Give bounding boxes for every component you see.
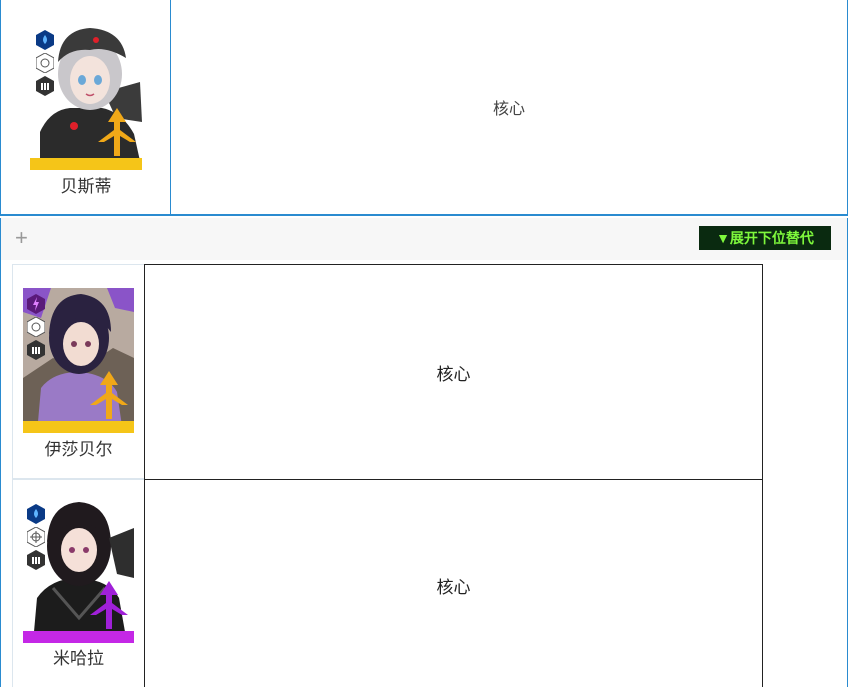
pillar-icon bbox=[27, 550, 45, 570]
expand-alternatives-button[interactable]: ▼展开下位替代 bbox=[699, 226, 831, 250]
character-portrait[interactable] bbox=[23, 288, 134, 433]
burst-emblem-icon bbox=[90, 581, 128, 629]
water-drop-icon bbox=[27, 504, 45, 524]
pillar-icon bbox=[27, 340, 45, 360]
rarity-bar bbox=[23, 421, 134, 433]
crosshair-icon bbox=[26, 316, 46, 338]
burst-emblem-icon bbox=[90, 371, 128, 419]
alternative-character-cell: 伊莎贝尔 bbox=[12, 264, 145, 479]
role-cell: 核心 bbox=[144, 264, 763, 480]
rarity-bar bbox=[23, 631, 134, 643]
role-cell: 核心 bbox=[144, 479, 763, 687]
character-portrait[interactable] bbox=[30, 22, 142, 170]
character-name[interactable]: 伊莎贝尔 bbox=[13, 435, 144, 460]
top-entry-row: 贝斯蒂 核心 bbox=[0, 0, 848, 216]
rarity-bar bbox=[30, 158, 142, 170]
role-cell: 核心 bbox=[492, 101, 525, 118]
crosshair-icon bbox=[35, 52, 55, 74]
crosshair-icon bbox=[26, 526, 46, 548]
character-name[interactable]: 米哈拉 bbox=[13, 644, 144, 669]
character-name[interactable]: 贝斯蒂 bbox=[1, 172, 171, 197]
water-drop-icon bbox=[36, 30, 54, 50]
expand-plus-icon[interactable]: + bbox=[15, 227, 28, 249]
burst-emblem-icon bbox=[98, 108, 136, 156]
alternatives-toolbar: + ▼展开下位替代 bbox=[0, 218, 848, 260]
pillar-icon bbox=[36, 76, 54, 96]
alternatives-table: 伊莎贝尔 核心 米哈拉 核心 bbox=[0, 260, 848, 687]
alternative-character-cell: 米哈拉 bbox=[12, 479, 145, 687]
top-entry-character-cell: 贝斯蒂 bbox=[1, 0, 171, 214]
lightning-icon bbox=[27, 294, 45, 314]
character-portrait[interactable] bbox=[23, 498, 134, 643]
